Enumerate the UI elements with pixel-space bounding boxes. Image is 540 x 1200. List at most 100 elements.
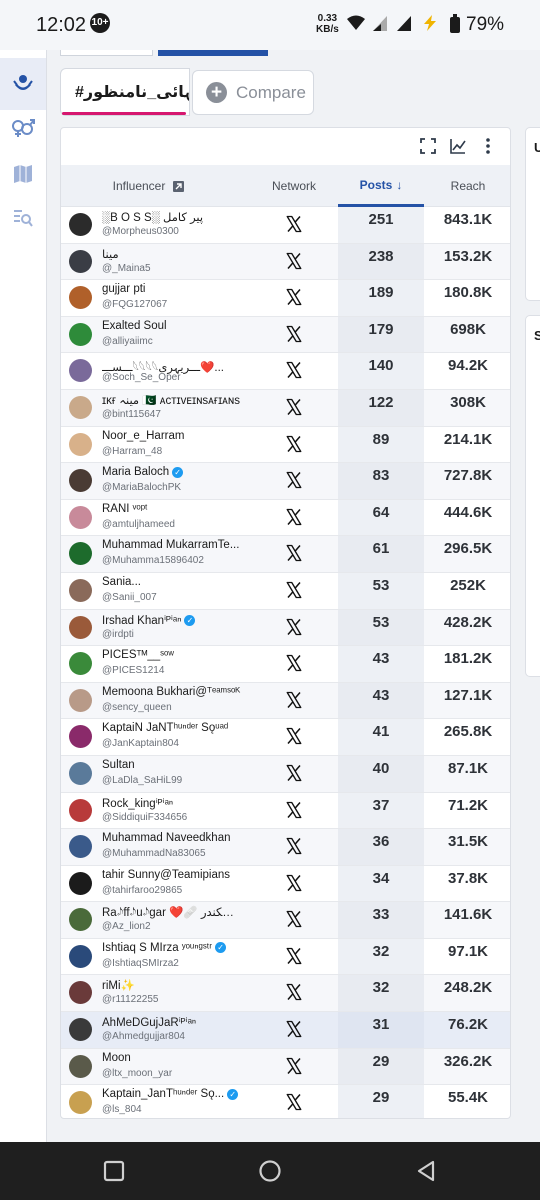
influencer-handle: @FQG127067 [102, 299, 168, 311]
influencer-name[interactable]: ░B O S S░ پیر کامل [102, 210, 242, 224]
avatar[interactable] [69, 213, 92, 236]
posts-count: 29 [372, 1089, 390, 1107]
top-tab-stub[interactable] [60, 50, 153, 56]
avatar[interactable] [69, 615, 92, 639]
table-row[interactable]: tahir Sunny@Teamipians @tahirfaroo29865 … [61, 865, 510, 903]
network-column-header[interactable]: Network [254, 165, 334, 207]
reach-value: 94.2K [447, 357, 489, 375]
table-row[interactable]: AhMeDGujJaRⁱᴾⁱᵃⁿ @Ahmedgujjar804 31 76.2… [61, 1012, 510, 1049]
avatar[interactable] [69, 981, 92, 1005]
table-row[interactable]: gujjar pti @FQG127067 189 180.8K [61, 280, 510, 317]
table-row[interactable]: Ra𝆹𝅥𝅮ff𝆹𝅥𝅮u𝆹𝅥𝅮gar ❤️🩹 سالار سکندر @Az_li… [61, 902, 510, 939]
posts-column-header[interactable]: Posts ↓ [338, 165, 424, 207]
avatar[interactable] [69, 908, 92, 932]
table-row[interactable]: Ishtiaq S MIrza ʸᵒᵘⁿᵍˢᵗʳ ✓ @IshtiaqSMIrza… [61, 938, 510, 976]
table-row[interactable]: Sania... @Sanii_007 53 252K [61, 572, 510, 610]
table-row[interactable]: Sultan @LaDla_SaHiL99 40 87.1K [61, 755, 510, 793]
reach-column-header[interactable]: Reach [424, 165, 510, 207]
influencer-name[interactable]: Muhammad Naveedkhan [102, 832, 242, 844]
avatar[interactable] [69, 761, 92, 785]
avatar[interactable] [69, 249, 92, 273]
influencer-handle: @Muhamma15896402 [102, 555, 204, 567]
back-button[interactable] [414, 1159, 438, 1183]
influencer-name[interactable]: Sultan [102, 759, 242, 771]
compare-button[interactable]: + Compare [192, 70, 314, 115]
hashtag-tab[interactable]: #قیدتنہائی_نامنظور [60, 68, 190, 116]
influencer-name[interactable]: Maria Baloch ✓ [102, 466, 242, 478]
influencer-name[interactable]: Irshad Khanⁱᴾⁱᵃⁿ ✓ [102, 613, 242, 627]
influencer-name[interactable]: PICESᵀᴹ__ˢᵒʷ [102, 649, 242, 661]
avatar[interactable] [69, 542, 92, 566]
x-network-icon [286, 911, 302, 928]
home-button[interactable] [258, 1159, 282, 1183]
influencer-name[interactable]: Memoona Bukhari@ᵀᵉᵃᵐˢᵒᴷ [102, 686, 242, 698]
influencer-name[interactable]: RANI ᵛᵒᵖᵗ [102, 503, 242, 515]
table-row[interactable]: RANI ᵛᵒᵖᵗ @amtuljhameed 64 444.6K [61, 499, 510, 537]
avatar[interactable] [69, 578, 92, 602]
avatar[interactable] [69, 871, 92, 895]
avatar[interactable] [69, 395, 92, 419]
avatar[interactable] [69, 944, 92, 968]
table-row[interactable]: Noor_e_Harram @Harram_48 89 214.1K [61, 426, 510, 464]
avatar[interactable] [69, 505, 92, 529]
recents-button[interactable] [102, 1159, 126, 1183]
influencer-name[interactable]: مینا [102, 247, 242, 261]
table-row[interactable]: Maria Baloch ✓ @MariaBalochPK 83 727.8K [61, 463, 510, 500]
table-row[interactable]: PICESᵀᴹ__ˢᵒʷ @PICES1214 43 181.2K [61, 646, 510, 683]
influencer-name[interactable]: Exalted Soul [102, 320, 242, 332]
top-tab-stub-active[interactable] [158, 50, 268, 56]
table-row[interactable]: KaptaiN JaNTʰᵘⁿᵈᵉʳ Sǫᵘᵃᵈ @JanKaptain804 … [61, 719, 510, 756]
table-row[interactable]: مینا @_Maina5 238 153.2K [61, 243, 510, 281]
avatar[interactable] [69, 286, 92, 310]
avatar[interactable] [69, 1091, 92, 1115]
table-row[interactable]: ɪᴋғ مینہ 🇵🇰 ᴀᴄᴛɪᴠᴇɪɴsᴀғɪᴀɴs @bint115647 … [61, 389, 510, 427]
avatar[interactable] [69, 725, 92, 749]
influencer-column-header[interactable]: Influencer [61, 165, 236, 207]
avatar[interactable] [69, 798, 92, 822]
expand-icon[interactable] [420, 136, 436, 156]
table-row[interactable]: ░B O S S░ پیر کامل @Morpheus0300 251 843… [61, 207, 510, 244]
influencer-name[interactable]: KaptaiN JaNTʰᵘⁿᵈᵉʳ Sǫᵘᵃᵈ [102, 722, 242, 734]
chart-icon[interactable] [450, 136, 466, 156]
influencer-name[interactable]: AhMeDGujJaRⁱᴾⁱᵃⁿ [102, 1015, 242, 1029]
avatar[interactable] [69, 688, 92, 712]
table-row[interactable]: Memoona Bukhari@ᵀᵉᵃᵐˢᵒᴷ @sency_queen 43 … [61, 682, 510, 720]
influencer-name[interactable]: Sania... [102, 576, 242, 588]
influencer-handle: @LaDla_SaHiL99 [102, 774, 183, 786]
table-row[interactable]: riMi✨ @r11122255 32 248.2K [61, 975, 510, 1013]
avatar[interactable] [69, 652, 92, 676]
avatar[interactable] [69, 359, 92, 383]
influencer-name[interactable]: riMi✨ [102, 978, 242, 992]
influencer-name[interactable]: Moon [102, 1052, 242, 1064]
reach-value: 181.2K [443, 650, 493, 668]
influencer-name[interactable]: Kaptain_JanTʰᵘⁿᵈᵉʳ Sǫ... ✓ [102, 1088, 242, 1100]
table-row[interactable]: Irshad Khanⁱᴾⁱᵃⁿ ✓ @irdpti 53 428.2K [61, 609, 510, 647]
more-options-icon[interactable] [480, 136, 496, 156]
avatar[interactable] [69, 1054, 92, 1078]
table-row[interactable]: Exalted Soul @alliyaiimc 179 698K [61, 316, 510, 354]
table-row[interactable]: ـــســـ𓆩𓆩𓆩𓆩ـــریہری❤️... @Soch_Se_Oper 1… [61, 353, 510, 390]
table-row[interactable]: Moon @ltx_moon_yar 29 326.2K [61, 1048, 510, 1086]
search-list-nav-icon[interactable] [0, 192, 46, 244]
avatar[interactable] [69, 322, 92, 346]
influencer-name[interactable]: Ra𝆹𝅥𝅮ff𝆹𝅥𝅮u𝆹𝅥𝅮gar ❤️🩹 سالار سکندر [102, 905, 242, 920]
influencer-name[interactable]: Muhammad MukarramTe... [102, 539, 242, 551]
posts-count: 53 [372, 576, 390, 594]
avatar[interactable] [69, 835, 92, 859]
avatar[interactable] [69, 469, 92, 493]
reach-value: 296.5K [443, 540, 493, 558]
influencer-name[interactable]: ɪᴋғ مینہ 🇵🇰 ᴀᴄᴛɪᴠᴇɪɴsᴀғɪᴀɴs [102, 393, 242, 407]
avatar[interactable] [69, 1018, 92, 1042]
table-row[interactable]: Rock_kingⁱᴾⁱᵃⁿ @SiddiquiF334656 37 71.2K [61, 792, 510, 830]
influencer-name[interactable]: Ishtiaq S MIrza ʸᵒᵘⁿᵍˢᵗʳ ✓ [102, 942, 242, 954]
verified-badge-icon: ✓ [172, 466, 184, 478]
table-row[interactable]: Muhammad Naveedkhan @MuhammadNa83065 36 … [61, 829, 510, 866]
influencer-name[interactable]: gujjar pti [102, 283, 242, 295]
table-row[interactable]: Kaptain_JanTʰᵘⁿᵈᵉʳ Sǫ... ✓ @ls_804 29 55.… [61, 1085, 510, 1118]
avatar[interactable] [69, 432, 92, 456]
influencer-name[interactable]: Rock_kingⁱᴾⁱᵃⁿ [102, 796, 242, 810]
table-row[interactable]: Muhammad MukarramTe... @Muhamma15896402 … [61, 536, 510, 573]
influencer-name[interactable]: Noor_e_Harram [102, 430, 242, 442]
influencer-name[interactable]: tahir Sunny@Teamipians [102, 869, 242, 881]
gender-nav-icon[interactable] [0, 102, 46, 154]
